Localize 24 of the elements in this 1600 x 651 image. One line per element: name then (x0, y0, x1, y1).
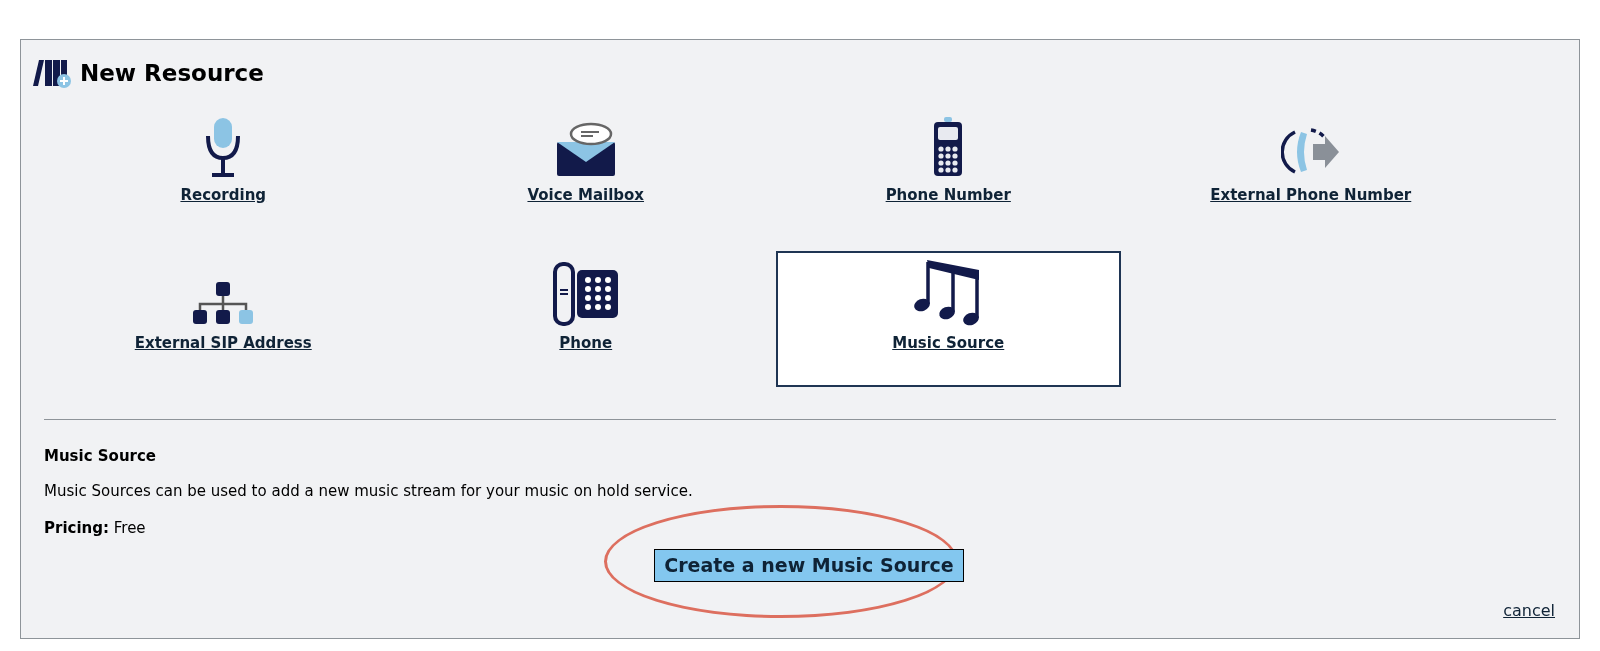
selected-resource-tile[interactable]: Music Source (775, 250, 1121, 387)
resource-link[interactable]: Voice Mailbox (527, 184, 645, 207)
books-add-icon (30, 58, 72, 89)
resource-tile[interactable]: External SIP Address (50, 250, 396, 387)
resource-tile[interactable]: Phone Number (775, 102, 1121, 239)
resource-tile[interactable]: Recording (50, 102, 396, 239)
details-description: Music Sources can be used to add a new music stream for your music on hold service. (44, 481, 694, 502)
details-heading: Music Source (44, 445, 158, 467)
resource-link[interactable]: External SIP Address (134, 332, 312, 355)
resource-link[interactable]: Recording (180, 184, 267, 207)
resource-tile[interactable]: External Phone Number (1138, 102, 1484, 239)
envelope-icon (554, 122, 617, 178)
cancel-link[interactable]: cancel (1503, 599, 1555, 623)
resource-link[interactable]: External Phone Number (1210, 184, 1412, 207)
desk-phone-icon (551, 262, 620, 326)
dialog-title: New Resource (80, 59, 264, 88)
resource-link[interactable]: Music Source (892, 332, 1005, 355)
pricing-text: Pricing: Free (44, 517, 147, 539)
resource-link[interactable]: Phone (559, 332, 613, 355)
resource-tile[interactable]: Phone (413, 250, 759, 387)
resource-tile[interactable]: Voice Mailbox (413, 102, 759, 239)
resource-link[interactable]: Phone Number (885, 184, 1011, 207)
create-button[interactable]: Create a new Music Source (654, 549, 964, 582)
mobile-phone-icon (932, 116, 965, 178)
